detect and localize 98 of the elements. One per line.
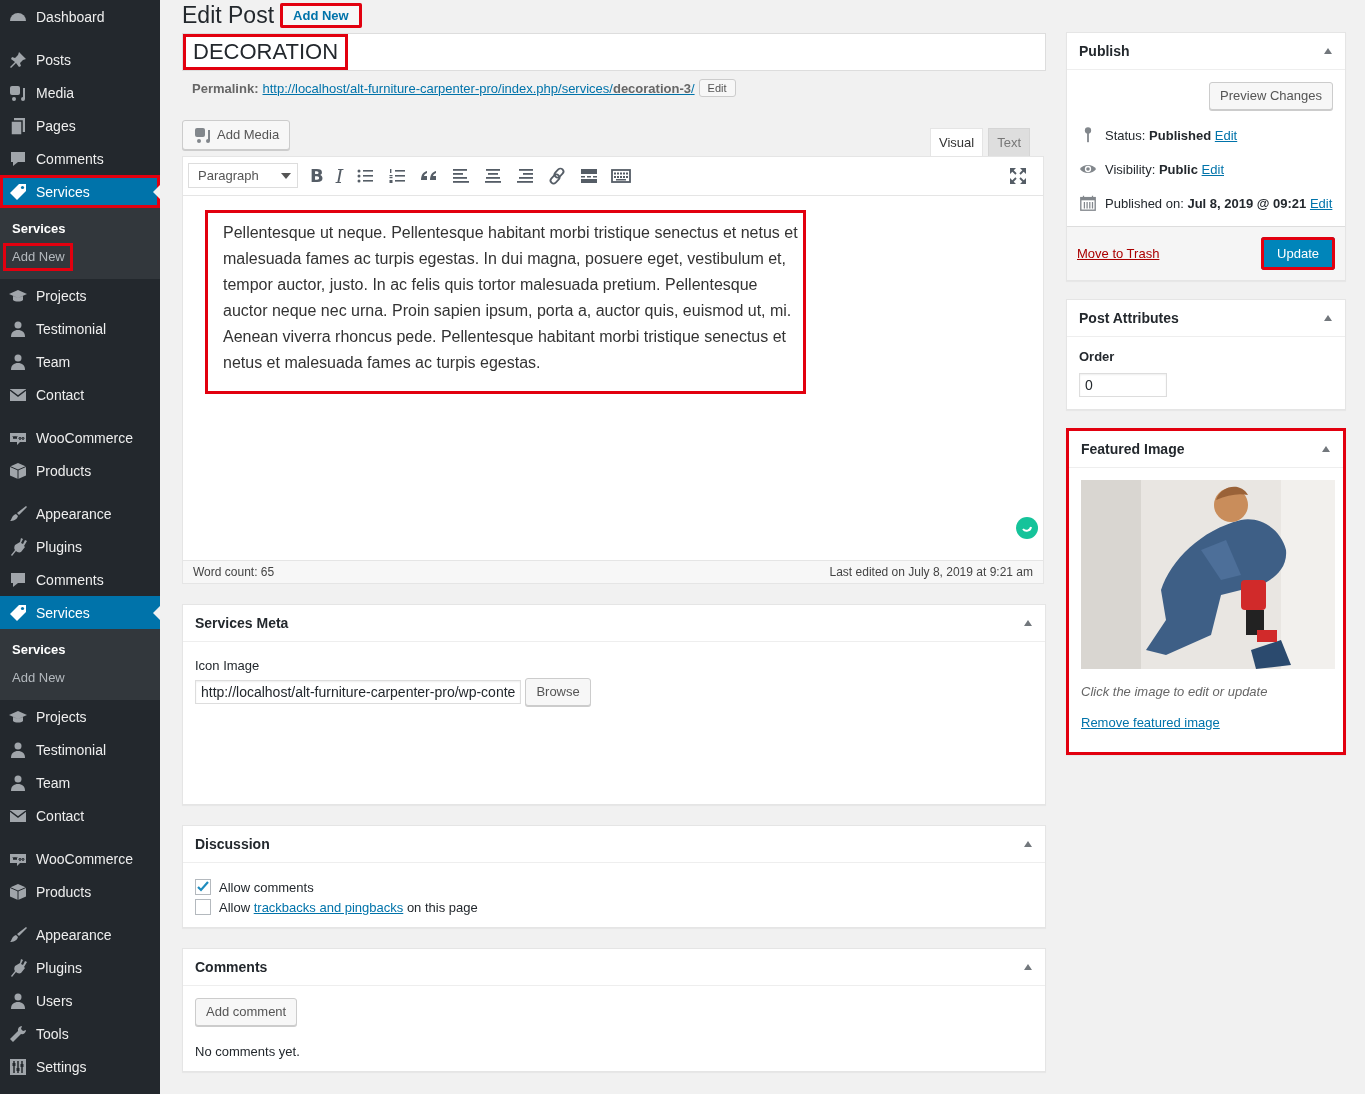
empty-message: No comments yet. [195,1044,300,1059]
menu-item[interactable]: Contact [0,378,160,411]
order-label: Order [1079,349,1115,364]
wrench-icon [8,1023,28,1044]
collapse-icon[interactable] [1023,840,1033,848]
plug-icon [8,957,28,978]
submenu-item[interactable]: Add New [3,243,73,271]
box-title: Comments [195,959,268,975]
image-hint: Click the image to edit or update [1081,684,1268,699]
remove-image-link[interactable]: Remove featured image [1081,715,1220,730]
menu-item[interactable]: Media [0,76,160,109]
menu-item[interactable]: Testimonial [0,312,160,345]
post-title: DECORATION [183,34,349,70]
add-comment-button[interactable]: Add comment [195,998,298,1026]
format-select[interactable]: Paragraph [188,163,298,188]
pushpin-icon [8,49,28,70]
collapse-icon[interactable] [1323,47,1333,55]
menu-item[interactable]: Projects [0,700,160,733]
edit-link[interactable]: Edit [1201,161,1224,177]
menu-item[interactable]: Appearance [0,497,160,530]
link[interactable]: trackbacks and pingbacks [253,899,404,915]
menu-item[interactable]: Users [0,984,160,1017]
title-field[interactable]: DECORATION [182,33,1046,71]
edit-link[interactable]: Edit [1214,127,1238,143]
editor-tab[interactable]: Visual [929,128,984,156]
permalink-label: Permalink: [192,80,259,96]
option-label: Allow trackbacks and pingbacks on this page [219,899,478,915]
last-edited: Last edited on July 8, 2019 at 9:21 am [829,565,1033,579]
menu-item[interactable]: Plugins [0,951,160,984]
publish-info: Published on: Jul 8, 2019 @ 09:21 Edit [1105,195,1333,211]
menu-item[interactable]: Team [0,766,160,799]
menu-item[interactable]: Products [0,875,160,908]
collapse-icon[interactable] [1023,619,1033,627]
order-field[interactable]: 0 [1079,373,1167,397]
menu-item[interactable]: Contact [0,799,160,832]
checkbox[interactable] [195,899,211,915]
menu-item[interactable]: Dashboard [0,0,160,33]
box-icon [8,881,28,902]
menu-item[interactable]: Pages [0,109,160,142]
menu-item[interactable]: Projects [0,279,160,312]
publish-info: Visibility: Public Edit [1105,161,1224,177]
edit-button[interactable]: Edit [698,79,736,97]
menu-item[interactable]: WooCommerce [0,421,160,454]
box-title: Discussion [195,836,270,852]
page-heading: Edit Post [182,0,275,30]
menu-item[interactable]: Comments [0,563,160,596]
collapse-icon[interactable] [1323,314,1333,322]
collapse-icon[interactable] [1023,963,1033,971]
menu-item[interactable]: WooCommerce [0,842,160,875]
brush-icon [8,924,28,945]
menu-item[interactable]: Posts [0,43,160,76]
publish-info: Status: Published Edit [1105,127,1238,143]
preview-button[interactable]: Preview Changes [1209,82,1333,110]
url-field[interactable]: http://localhost/alt-furniture-carpenter-pro/wp-conte [195,680,522,704]
menu-item[interactable]: Team [0,345,160,378]
box-icon [8,460,28,481]
sliders-icon [8,1056,28,1077]
media-icon [193,125,213,145]
box-title: Services Meta [195,615,289,631]
menu-item[interactable]: Comments [0,142,160,175]
box-title: Publish [1079,43,1130,59]
word-count: Word count: 65 [193,565,275,579]
collapse-icon[interactable] [1321,445,1331,453]
menu-item[interactable]: Tools [0,1017,160,1050]
post-content: Pellentesque ut neque. Pellentesque habitant morbi tristique senectus et netus et malesuada fames ac turpis egestas. In dui magna, posuere eget, vestibulum et, tempor auctor, justo. In ac felis quis tortor malesuada pretium. Pellentesque auctor neque nec urna. Proin sapien ipsum, porta a, auctor quis, euismod ut, mi. Aenean viverra rhoncus pede. Pellentesque habitant morbi tristique senectus et netus et malesuada fames ac turpis egestas. [205,210,806,394]
menu-item[interactable]: Plugins [0,530,160,563]
checkbox[interactable] [195,879,211,895]
brush-icon [8,503,28,524]
menu-item[interactable]: Testimonial [0,733,160,766]
calendar-icon [1079,194,1097,212]
box-title: Featured Image [1081,441,1185,457]
link-icon[interactable] [547,165,568,186]
edit-link[interactable]: Edit [1309,195,1333,211]
submenu-item[interactable]: Services [0,215,78,243]
submenu-item[interactable]: Services [0,636,78,664]
move-to-trash-link[interactable]: Move to Trash [1077,246,1160,261]
box-title: Post Attributes [1079,310,1179,326]
submenu-item[interactable]: Add New [0,664,77,692]
permalink-link[interactable]: http://localhost/alt-furniture-carpenter-pro/index.php/services/decoration-3/ [262,80,695,96]
dropdown-arrow-icon [281,172,291,179]
update-button[interactable]: Update [1261,237,1335,270]
field-label: Icon Image [195,658,260,673]
add-new-button[interactable]: Add New [280,2,362,28]
menu-item[interactable]: Services [0,596,160,629]
menu-item[interactable]: Settings [0,1050,160,1083]
pages-icon [8,115,28,136]
menu-item[interactable]: Appearance [0,918,160,951]
menu-item[interactable]: Products [0,454,160,487]
tag-icon [8,181,28,202]
plug-icon [8,536,28,557]
menu-item[interactable]: Services [0,175,160,208]
option-label: Allow comments [219,879,314,895]
add-media-button[interactable]: Add Media [182,120,291,150]
bold-button[interactable]: B [310,165,324,186]
tag-icon [8,602,28,623]
italic-button[interactable]: I [335,164,344,187]
fullscreen-icon[interactable] [1008,165,1028,186]
browse-button[interactable]: Browse [525,678,591,706]
